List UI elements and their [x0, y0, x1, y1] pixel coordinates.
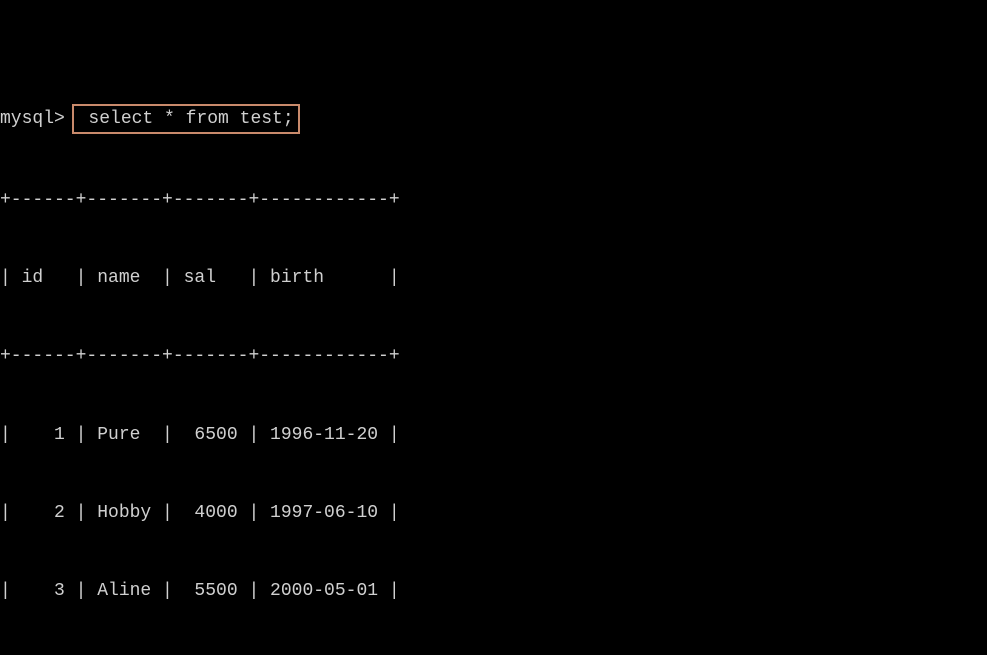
terminal-output: mysql> select * from test; +------+-----…	[0, 0, 987, 655]
table-row: | 3 | Aline | 5500 | 2000-05-01 |	[0, 578, 987, 604]
table-border: +------+-------+-------+------------+	[0, 187, 987, 213]
sql-command-select-all: select * from test;	[72, 104, 300, 134]
mysql-prompt: mysql>	[0, 109, 65, 129]
table-header: | id | name | sal | birth |	[0, 265, 987, 291]
table-row: | 1 | Pure | 6500 | 1996-11-20 |	[0, 422, 987, 448]
table-border: +------+-------+-------+------------+	[0, 343, 987, 369]
table-row: | 2 | Hobby | 4000 | 1997-06-10 |	[0, 500, 987, 526]
